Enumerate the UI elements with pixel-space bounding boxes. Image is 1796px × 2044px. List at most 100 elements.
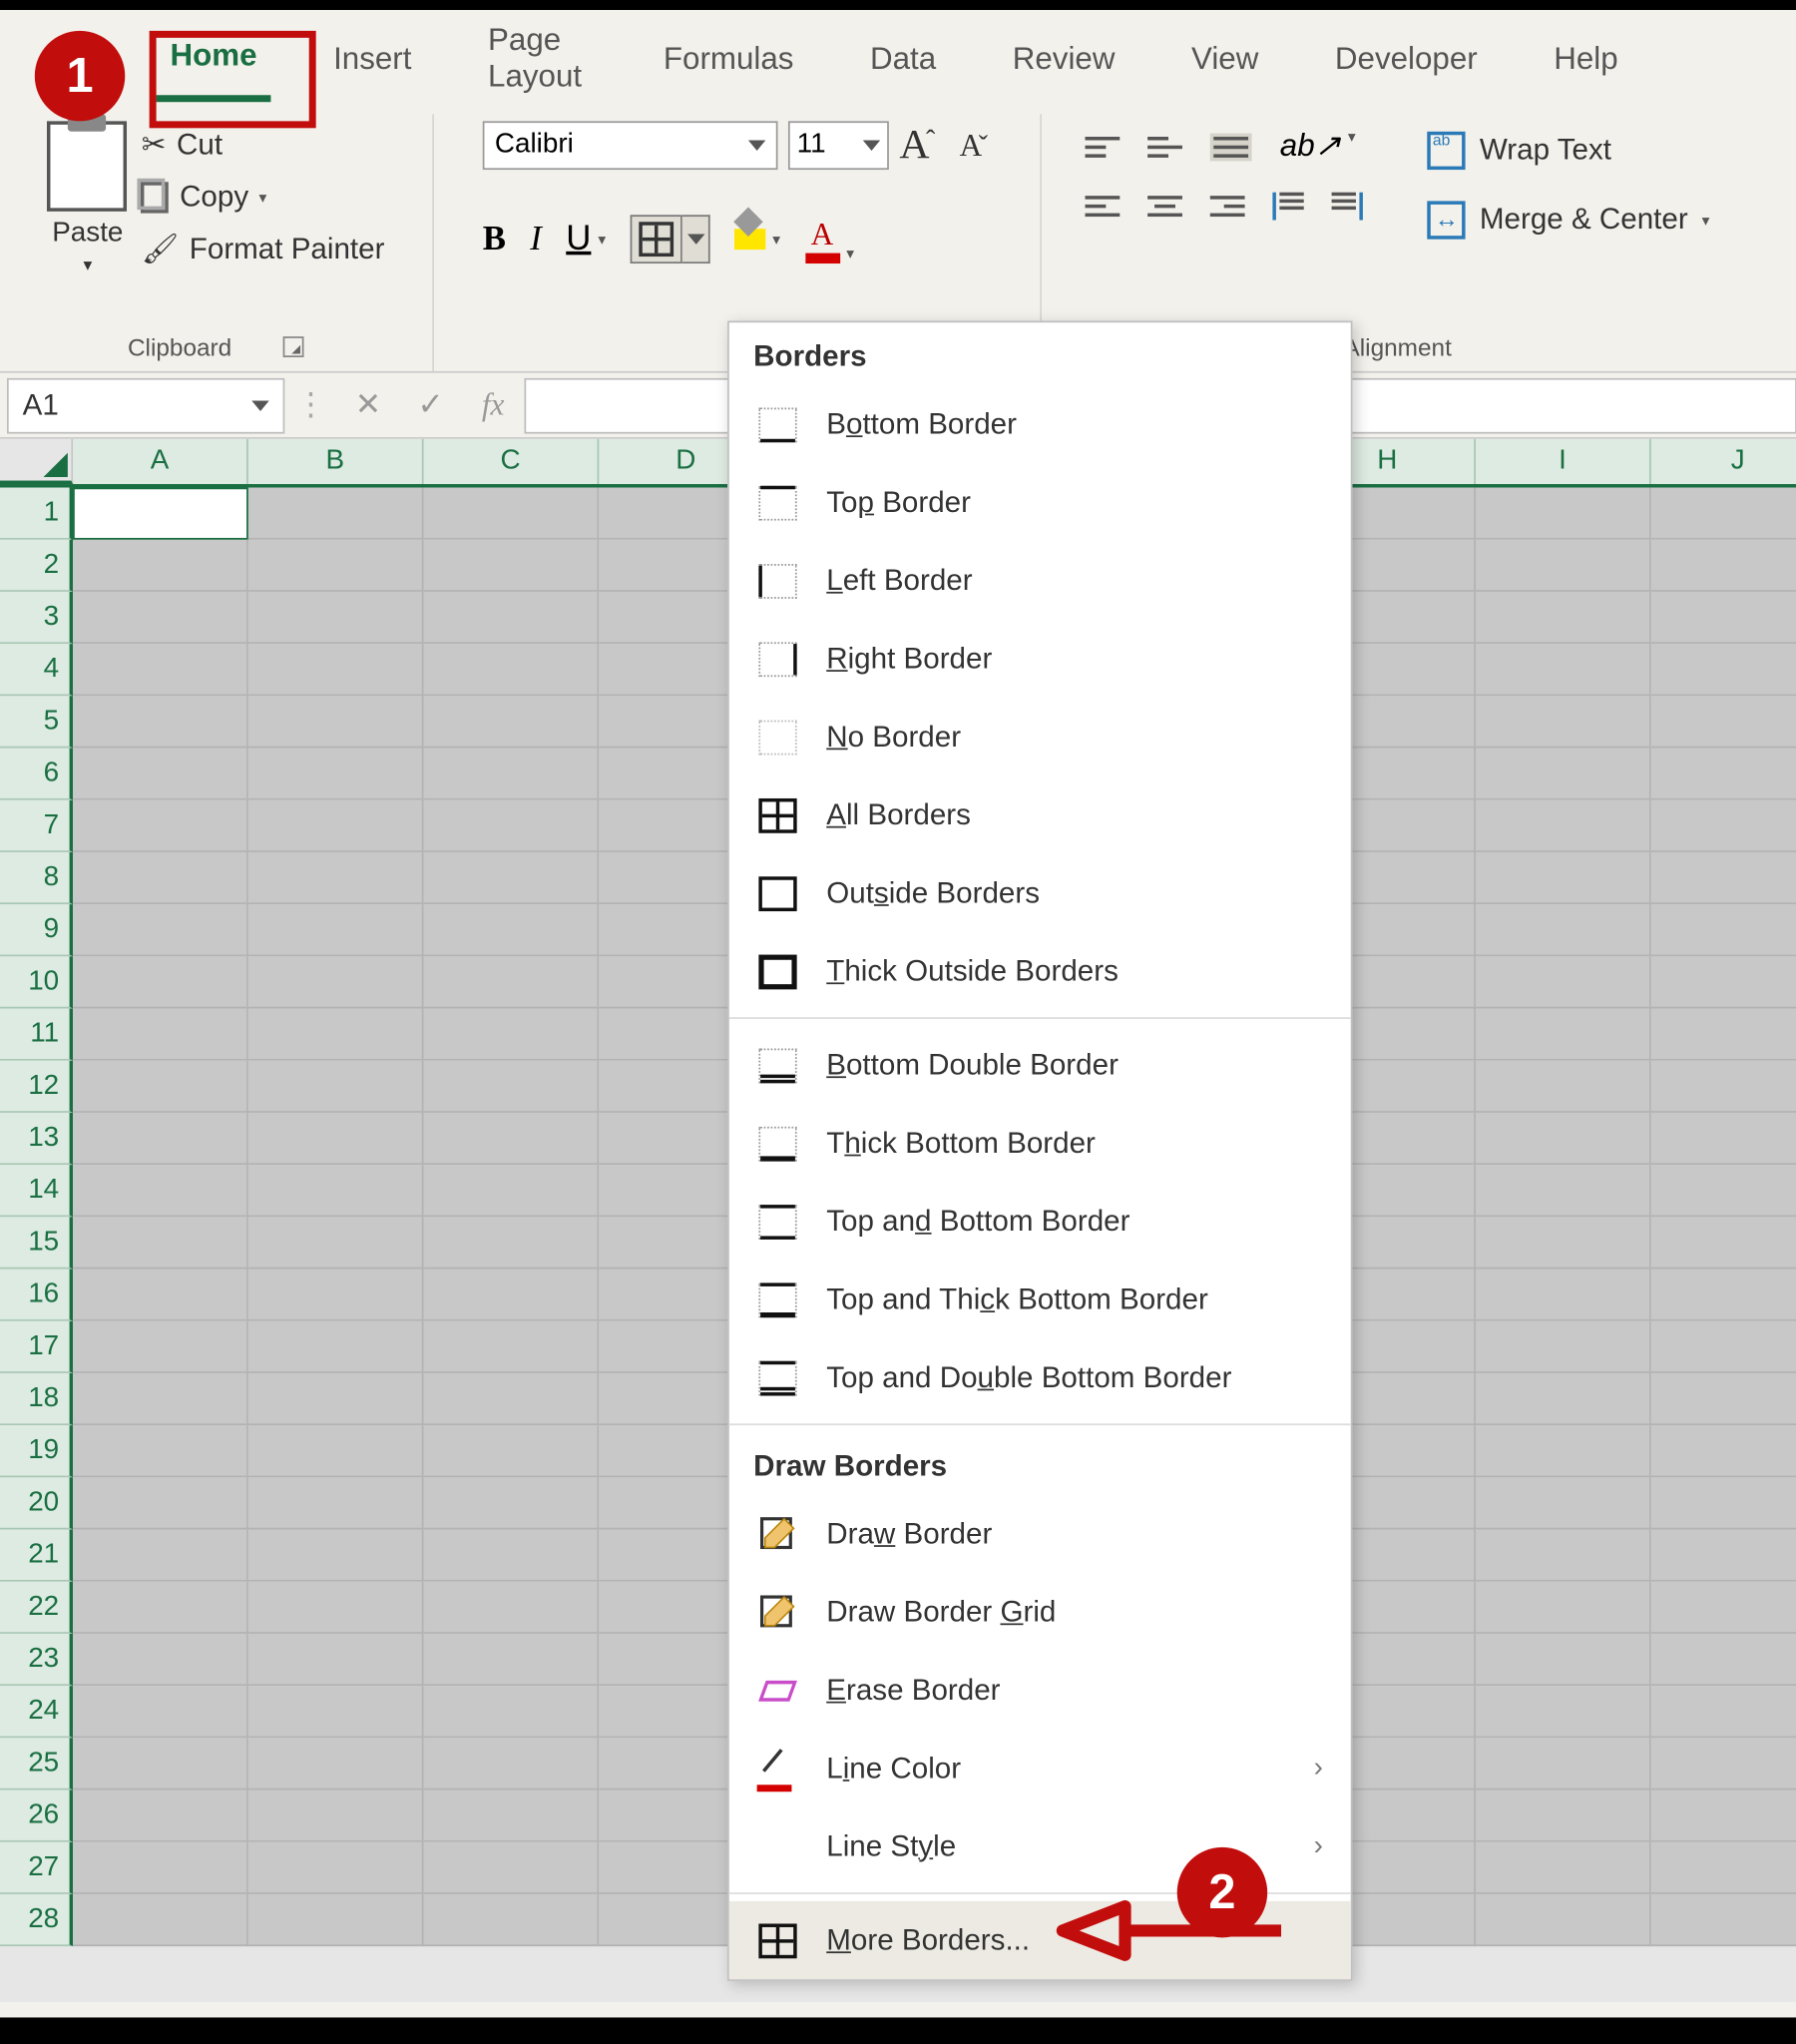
- column-header[interactable]: B: [248, 439, 424, 484]
- align-center-button[interactable]: [1148, 196, 1183, 217]
- cell[interactable]: [1476, 749, 1651, 800]
- menu-top-thick-bottom-border[interactable]: Top and Thick Bottom Border: [729, 1261, 1351, 1338]
- increase-indent-button[interactable]: [1332, 193, 1363, 221]
- cell[interactable]: [424, 852, 600, 904]
- cell[interactable]: [424, 1270, 600, 1321]
- cell[interactable]: [248, 1321, 424, 1373]
- cell[interactable]: [1476, 1217, 1651, 1269]
- cell[interactable]: [1651, 1373, 1796, 1425]
- row-header[interactable]: 12: [0, 1061, 73, 1113]
- cell[interactable]: [1476, 1894, 1651, 1946]
- cell[interactable]: [248, 749, 424, 800]
- tab-page-layout[interactable]: Page Layout: [474, 15, 601, 116]
- cell[interactable]: [1476, 1634, 1651, 1686]
- cell[interactable]: [73, 1530, 248, 1582]
- menu-thick-outside-borders[interactable]: Thick Outside Borders: [729, 932, 1351, 1010]
- cell[interactable]: [1651, 1425, 1796, 1477]
- cell[interactable]: [73, 1477, 248, 1529]
- cell[interactable]: [248, 1634, 424, 1686]
- cell[interactable]: [73, 1009, 248, 1061]
- cell[interactable]: [248, 1530, 424, 1582]
- cell[interactable]: [73, 956, 248, 1008]
- cell[interactable]: [1651, 1270, 1796, 1321]
- row-header[interactable]: 20: [0, 1477, 73, 1529]
- cell[interactable]: [1651, 1009, 1796, 1061]
- cell[interactable]: [248, 1061, 424, 1113]
- menu-all-borders[interactable]: All Borders: [729, 775, 1351, 853]
- cell[interactable]: [424, 800, 600, 852]
- cell[interactable]: [1651, 644, 1796, 696]
- cell[interactable]: [1651, 1582, 1796, 1634]
- cell[interactable]: [1476, 956, 1651, 1008]
- menu-thick-bottom-border[interactable]: Thick Bottom Border: [729, 1104, 1351, 1182]
- cell[interactable]: [424, 488, 600, 540]
- cell[interactable]: [1651, 1165, 1796, 1217]
- copy-dropdown-caret[interactable]: ▾: [259, 188, 267, 207]
- orientation-button[interactable]: ab↗: [1280, 128, 1341, 165]
- cell[interactable]: [1651, 1113, 1796, 1165]
- row-header[interactable]: 26: [0, 1790, 73, 1842]
- cell[interactable]: [424, 1530, 600, 1582]
- tab-help[interactable]: Help: [1540, 33, 1631, 97]
- enter-formula-button[interactable]: ✓: [399, 377, 462, 433]
- cell[interactable]: [1651, 1790, 1796, 1842]
- cell[interactable]: [1476, 1790, 1651, 1842]
- cell[interactable]: [424, 1634, 600, 1686]
- row-header[interactable]: 6: [0, 749, 73, 800]
- cell[interactable]: [73, 1738, 248, 1789]
- cell[interactable]: [1476, 1582, 1651, 1634]
- menu-bottom-border[interactable]: Bottom Border: [729, 385, 1351, 463]
- cell[interactable]: [424, 540, 600, 592]
- row-header[interactable]: 10: [0, 956, 73, 1008]
- row-header[interactable]: 9: [0, 904, 73, 956]
- cell[interactable]: [248, 956, 424, 1008]
- cell[interactable]: [73, 1165, 248, 1217]
- row-header[interactable]: 4: [0, 644, 73, 696]
- row-header[interactable]: 22: [0, 1582, 73, 1634]
- cell[interactable]: [1651, 488, 1796, 540]
- cell[interactable]: [73, 488, 248, 540]
- cell[interactable]: [73, 540, 248, 592]
- cell[interactable]: [424, 644, 600, 696]
- merge-center-button[interactable]: Merge & Center ▾: [1428, 201, 1710, 239]
- cell[interactable]: [73, 1061, 248, 1113]
- name-box[interactable]: A1: [7, 377, 284, 433]
- paste-dropdown-caret[interactable]: ▾: [83, 256, 92, 275]
- cell[interactable]: [73, 1113, 248, 1165]
- cell[interactable]: [424, 1009, 600, 1061]
- bold-button[interactable]: B: [483, 220, 506, 259]
- cell[interactable]: [1651, 800, 1796, 852]
- cell[interactable]: [1476, 488, 1651, 540]
- cell[interactable]: [424, 1738, 600, 1789]
- cell[interactable]: [248, 540, 424, 592]
- cell[interactable]: [1651, 1686, 1796, 1738]
- merge-dropdown-caret[interactable]: ▾: [1702, 211, 1710, 230]
- menu-draw-border[interactable]: Draw Border: [729, 1495, 1351, 1573]
- cell[interactable]: [73, 1842, 248, 1894]
- cell[interactable]: [424, 1425, 600, 1477]
- row-header[interactable]: 1: [0, 488, 73, 540]
- cell[interactable]: [73, 1373, 248, 1425]
- row-header[interactable]: 28: [0, 1894, 73, 1946]
- cell[interactable]: [424, 1790, 600, 1842]
- cell[interactable]: [1651, 749, 1796, 800]
- cell[interactable]: [248, 1217, 424, 1269]
- cell[interactable]: [1651, 852, 1796, 904]
- cell[interactable]: [1476, 1425, 1651, 1477]
- cell[interactable]: [424, 1894, 600, 1946]
- cell[interactable]: [1476, 1686, 1651, 1738]
- cell[interactable]: [1476, 1321, 1651, 1373]
- menu-no-border[interactable]: No Border: [729, 698, 1351, 775]
- cell[interactable]: [248, 1582, 424, 1634]
- tab-home[interactable]: Home: [157, 30, 271, 101]
- cell[interactable]: [1476, 904, 1651, 956]
- cell[interactable]: [1476, 1165, 1651, 1217]
- insert-function-button[interactable]: fx: [462, 377, 525, 433]
- cell[interactable]: [424, 1582, 600, 1634]
- cell[interactable]: [424, 1165, 600, 1217]
- decrease-font-size-button[interactable]: Aˇ: [960, 127, 992, 164]
- cell[interactable]: [1651, 1738, 1796, 1789]
- cell[interactable]: [1476, 540, 1651, 592]
- cell[interactable]: [73, 800, 248, 852]
- increase-font-size-button[interactable]: Aˆ: [899, 122, 938, 169]
